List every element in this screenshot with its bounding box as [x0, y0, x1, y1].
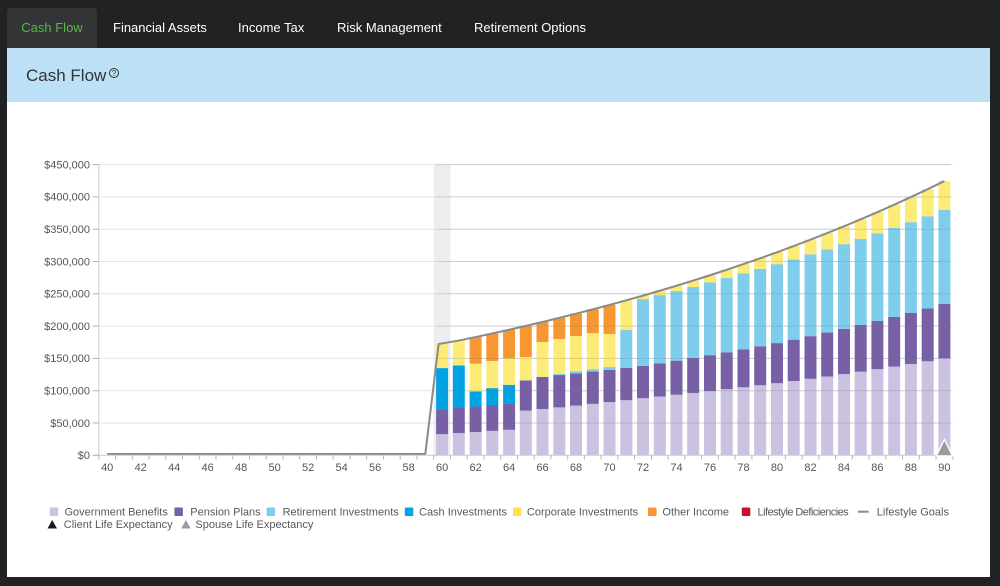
svg-text:84: 84 — [838, 462, 850, 474]
svg-text:Lifestyle Goals: Lifestyle Goals — [877, 506, 950, 518]
svg-text:$200,000: $200,000 — [44, 321, 90, 333]
svg-text:74: 74 — [670, 462, 682, 474]
svg-text:40: 40 — [101, 462, 113, 474]
svg-text:82: 82 — [804, 462, 816, 474]
svg-text:$50,000: $50,000 — [50, 418, 90, 430]
svg-text:72: 72 — [637, 462, 649, 474]
svg-text:62: 62 — [469, 462, 481, 474]
svg-text:66: 66 — [536, 462, 548, 474]
svg-text:70: 70 — [603, 462, 615, 474]
svg-text:Client Life Expectancy: Client Life Expectancy — [64, 519, 173, 531]
svg-text:$350,000: $350,000 — [44, 224, 90, 236]
svg-text:42: 42 — [135, 462, 147, 474]
svg-text:Lifestyle Deficiencies: Lifestyle Deficiencies — [758, 506, 850, 518]
svg-text:$0: $0 — [78, 450, 90, 462]
svg-text:56: 56 — [369, 462, 381, 474]
svg-text:58: 58 — [402, 462, 414, 474]
svg-text:64: 64 — [503, 462, 515, 474]
svg-text:68: 68 — [570, 462, 582, 474]
svg-text:$150,000: $150,000 — [44, 353, 90, 365]
svg-text:76: 76 — [704, 462, 716, 474]
svg-text:Corporate Investments: Corporate Investments — [527, 506, 639, 518]
svg-text:46: 46 — [201, 462, 213, 474]
svg-text:52: 52 — [302, 462, 314, 474]
svg-text:Other Income: Other Income — [662, 506, 729, 518]
svg-text:$300,000: $300,000 — [44, 256, 90, 268]
svg-text:$450,000: $450,000 — [44, 159, 90, 171]
svg-text:Government Benefits: Government Benefits — [65, 506, 169, 518]
svg-text:44: 44 — [168, 462, 180, 474]
svg-text:48: 48 — [235, 462, 247, 474]
svg-text:$400,000: $400,000 — [44, 192, 90, 204]
svg-text:Cash Investments: Cash Investments — [419, 506, 508, 518]
svg-text:80: 80 — [771, 462, 783, 474]
svg-text:50: 50 — [268, 462, 280, 474]
svg-text:Retirement Investments: Retirement Investments — [283, 506, 400, 518]
svg-text:88: 88 — [905, 462, 917, 474]
svg-text:90: 90 — [938, 462, 950, 474]
svg-text:Pension Plans: Pension Plans — [190, 506, 261, 518]
svg-text:60: 60 — [436, 462, 448, 474]
svg-text:$100,000: $100,000 — [44, 386, 90, 398]
svg-text:54: 54 — [335, 462, 347, 474]
svg-text:Spouse Life Expectancy: Spouse Life Expectancy — [195, 519, 314, 531]
svg-text:$250,000: $250,000 — [44, 289, 90, 301]
svg-text:86: 86 — [871, 462, 883, 474]
svg-text:78: 78 — [737, 462, 749, 474]
